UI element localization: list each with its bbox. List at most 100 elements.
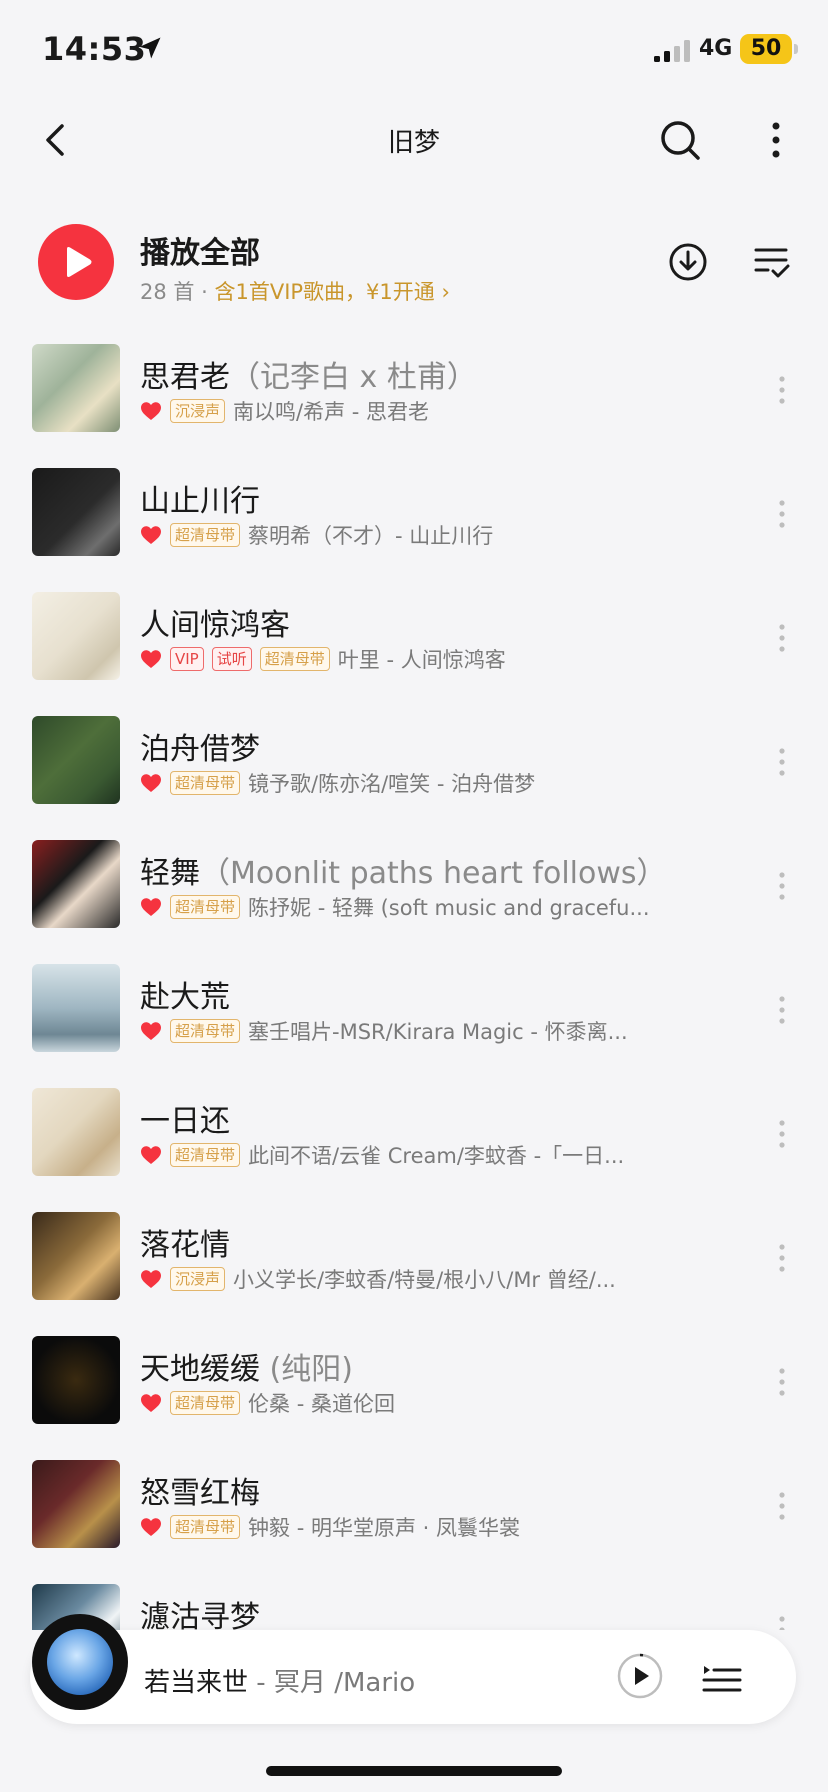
quality-tag: 超清母带 <box>170 523 241 547</box>
heart-icon[interactable] <box>140 1517 162 1537</box>
playlist-icon[interactable] <box>700 1656 744 1700</box>
song-title-suffix: （Moonlit paths heart follows） <box>200 856 667 891</box>
location-arrow-icon <box>139 37 161 59</box>
song-title: 天地缓缓 (纯阳) <box>140 1344 353 1388</box>
heart-icon[interactable] <box>140 897 162 917</box>
song-artist: 镜予歌/陈亦洺/喧笑 - 泊舟借梦 <box>248 772 536 796</box>
song-cover[interactable] <box>32 840 120 928</box>
song-row[interactable]: 山止川行 超清母带 蔡明希（不才）- 山止川行 <box>0 454 828 578</box>
quality-tag: 超清母带 <box>170 895 241 919</box>
quality-tag: 超清母带 <box>259 647 330 671</box>
manage-list-icon[interactable] <box>752 242 792 282</box>
song-artist: 陈抒妮 - 轻舞 (soft music and gracefu... <box>248 896 650 920</box>
battery-indicator: 50 <box>740 34 792 64</box>
song-meta: 超清母带 此间不语/云雀 Cream/李蚊香 -「一日... <box>140 1140 700 1170</box>
song-more-icon[interactable] <box>772 494 792 534</box>
song-artist: 塞壬唱片-MSR/Kirara Magic - 怀黍离... <box>248 1020 628 1044</box>
heart-icon[interactable] <box>140 773 162 793</box>
song-meta: 沉浸声 南以鸣/希声 - 思君老 <box>140 396 700 426</box>
song-row[interactable]: 泊舟借梦 超清母带 镜予歌/陈亦洺/喧笑 - 泊舟借梦 <box>0 702 828 826</box>
page-title: 旧梦 <box>387 128 440 158</box>
quality-tag: 沉浸声 <box>170 1267 226 1291</box>
download-icon[interactable] <box>666 240 710 284</box>
song-row[interactable]: 轻舞（Moonlit paths heart follows） 超清母带 陈抒妮 … <box>0 826 828 950</box>
status-bar: 14:53 4G 50 <box>0 0 828 100</box>
song-cover[interactable] <box>32 344 120 432</box>
now-playing-info[interactable]: 若当来世 - 冥月 /Mario <box>144 1662 415 1699</box>
song-row[interactable]: 濾沽寻梦 <box>0 1570 828 1630</box>
song-row[interactable]: 怒雪红梅 超清母带 钟毅 - 明华堂原声 · 凤鬟华裳 <box>0 1446 828 1570</box>
now-playing-disc[interactable] <box>32 1614 128 1710</box>
more-vertical-icon[interactable] <box>760 116 792 164</box>
song-row[interactable]: 赴大荒 超清母带 塞壬唱片-MSR/Kirara Magic - 怀黍离... <box>0 950 828 1074</box>
play-all-title[interactable]: 播放全部 <box>140 228 260 272</box>
quality-tag: 试听 <box>211 647 252 671</box>
song-cover[interactable] <box>32 592 120 680</box>
song-row[interactable]: 思君老（记李白 x 杜甫） 沉浸声 南以鸣/希声 - 思君老 <box>0 330 828 454</box>
song-title-text: 一日还 <box>140 1104 230 1139</box>
song-row[interactable]: 一日还 超清母带 此间不语/云雀 Cream/李蚊香 -「一日... <box>0 1074 828 1198</box>
chevron-right-icon: › <box>441 280 450 304</box>
song-cover[interactable] <box>32 1212 120 1300</box>
song-artist: 蔡明希（不才）- 山止川行 <box>248 524 494 548</box>
song-list: 思君老（记李白 x 杜甫） 沉浸声 南以鸣/希声 - 思君老 山止川行 超清母带蔡… <box>0 330 828 1630</box>
heart-icon[interactable] <box>140 401 162 421</box>
song-meta: VIP 试听 超清母带 叶里 - 人间惊鸿客 <box>140 644 700 674</box>
song-title: 怒雪红梅 <box>140 1468 260 1512</box>
song-artist: 南以鸣/希声 - 思君老 <box>233 400 430 424</box>
song-title-text: 轻舞 <box>140 856 200 891</box>
song-more-icon[interactable] <box>772 990 792 1030</box>
song-row[interactable]: 落花情 沉浸声 小义学长/李蚊香/特曼/根小八/Mr 曾经/... <box>0 1198 828 1322</box>
song-count: 28 首 <box>140 280 195 304</box>
heart-icon[interactable] <box>140 649 162 669</box>
song-title: 一日还 <box>140 1096 230 1140</box>
now-playing-cover <box>47 1629 113 1695</box>
song-artist: 叶里 - 人间惊鸿客 <box>337 648 506 672</box>
play-all-button[interactable] <box>38 224 114 300</box>
song-artist: 伦桑 - 桑道伦回 <box>248 1392 395 1416</box>
song-more-icon[interactable] <box>772 370 792 410</box>
song-cover[interactable] <box>32 1460 120 1548</box>
mini-play-icon[interactable] <box>616 1652 664 1700</box>
song-more-icon[interactable] <box>772 1238 792 1278</box>
song-meta: 超清母带 塞壬唱片-MSR/Kirara Magic - 怀黍离... <box>140 1016 700 1046</box>
song-cover[interactable] <box>32 1336 120 1424</box>
song-cover[interactable] <box>32 1088 120 1176</box>
song-more-icon[interactable] <box>772 866 792 906</box>
back-icon[interactable] <box>34 118 78 162</box>
song-more-icon[interactable] <box>772 1610 792 1630</box>
heart-icon[interactable] <box>140 1393 162 1413</box>
song-row[interactable]: 人间惊鸿客 VIP 试听 超清母带 叶里 - 人间惊鸿客 <box>0 578 828 702</box>
heart-icon[interactable] <box>140 1145 162 1165</box>
heart-icon[interactable] <box>140 525 162 545</box>
song-cover[interactable] <box>32 716 120 804</box>
song-title: 赴大荒 <box>140 972 230 1016</box>
song-more-icon[interactable] <box>772 618 792 658</box>
vip-offer-link[interactable]: 含1首VIP歌曲，¥1开通 <box>214 280 434 304</box>
song-more-icon[interactable] <box>772 1362 792 1402</box>
song-title-text: 山止川行 <box>140 484 260 519</box>
song-artist: 钟毅 - 明华堂原声 · 凤鬟华裳 <box>248 1516 520 1540</box>
search-icon[interactable] <box>656 116 704 164</box>
song-more-icon[interactable] <box>772 1486 792 1526</box>
song-title: 濾沽寻梦 <box>140 1592 260 1630</box>
song-title-suffix: （记李白 x 杜甫） <box>230 360 477 395</box>
separator-dot: · <box>201 280 208 304</box>
heart-icon[interactable] <box>140 1021 162 1041</box>
song-cover[interactable] <box>32 964 120 1052</box>
song-more-icon[interactable] <box>772 1114 792 1154</box>
nav-header: 旧梦 <box>0 100 828 180</box>
quality-tag: VIP <box>170 647 204 671</box>
song-artist: 小义学长/李蚊香/特曼/根小八/Mr 曾经/... <box>233 1268 616 1292</box>
song-cover[interactable] <box>32 468 120 556</box>
status-time: 14:53 <box>42 30 147 68</box>
now-playing-artist: - 冥月 /Mario <box>248 1668 416 1698</box>
heart-icon[interactable] <box>140 1269 162 1289</box>
song-meta: 超清母带 陈抒妮 - 轻舞 (soft music and gracefu... <box>140 892 700 922</box>
song-title: 泊舟借梦 <box>140 724 260 768</box>
quality-tag: 超清母带 <box>170 1143 241 1167</box>
song-title-text: 人间惊鸿客 <box>140 608 290 643</box>
song-row[interactable]: 天地缓缓 (纯阳) 超清母带 伦桑 - 桑道伦回 <box>0 1322 828 1446</box>
play-all-subtitle: 28 首 · 含1首VIP歌曲，¥1开通 › <box>140 276 450 306</box>
song-more-icon[interactable] <box>772 742 792 782</box>
